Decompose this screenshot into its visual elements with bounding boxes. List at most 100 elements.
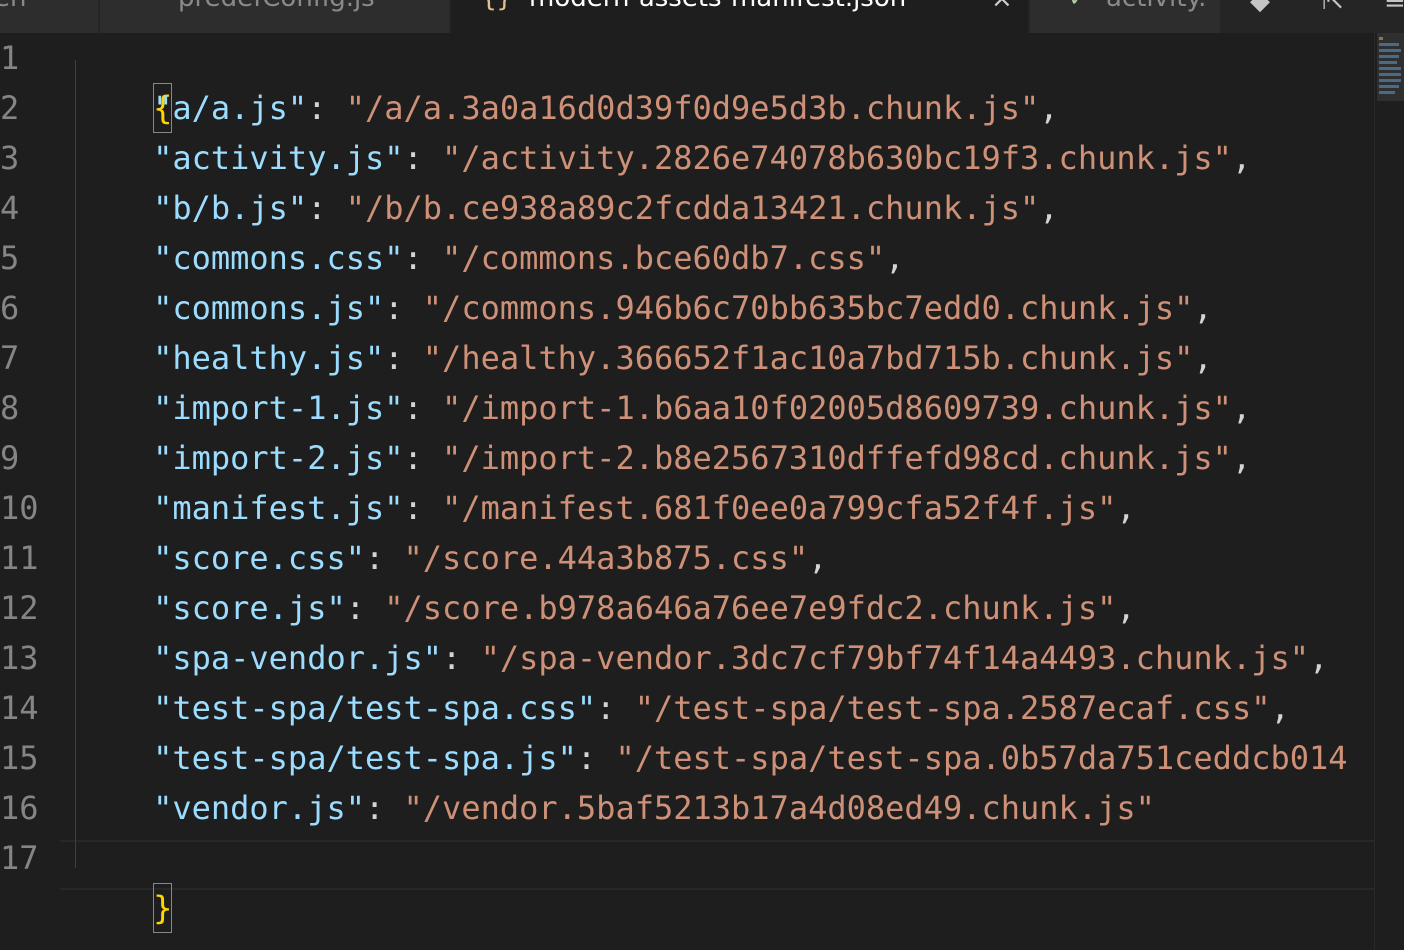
tab-label: predefConfig.js bbox=[178, 0, 375, 11]
minimap-line bbox=[1379, 79, 1401, 82]
colon: : bbox=[403, 389, 443, 427]
comma: , bbox=[885, 239, 905, 277]
colon: : bbox=[596, 689, 635, 727]
code-line: "import-1.js": "/import-1.b6aa10f02005d8… bbox=[76, 383, 1251, 433]
json-key: "vendor.js" bbox=[153, 789, 365, 827]
line-number: 3 bbox=[0, 139, 20, 177]
json-value: "/test-spa/test-spa.2587ecaf.css" bbox=[634, 689, 1271, 727]
colon: : bbox=[403, 139, 443, 177]
colon: : bbox=[364, 539, 404, 577]
current-line-highlight bbox=[60, 840, 1374, 890]
open-preview-icon[interactable]: ⇱ bbox=[1322, 0, 1344, 16]
json-value: "/import-1.b6aa10f02005d8609739.chunk.js… bbox=[442, 389, 1232, 427]
minimap-line bbox=[1379, 61, 1397, 64]
colon: : bbox=[442, 639, 481, 677]
colon: : bbox=[403, 239, 443, 277]
close-brace: } bbox=[153, 883, 173, 933]
json-key: "healthy.js" bbox=[153, 339, 385, 377]
code-line: } bbox=[76, 833, 173, 933]
colon: : bbox=[403, 489, 443, 527]
tab-label: modern-assets-manifest.json bbox=[529, 0, 906, 11]
line-number: 12 bbox=[0, 589, 39, 627]
code-line: "vendor.js": "/vendor.5baf5213b17a4d08ed… bbox=[76, 783, 1155, 833]
json-value: "/score.44a3b875.css" bbox=[403, 539, 809, 577]
minimap-line bbox=[1379, 85, 1399, 88]
colon: : bbox=[403, 439, 443, 477]
minimap-line bbox=[1379, 43, 1399, 46]
code-line: "commons.js": "/commons.946b6c70bb635bc7… bbox=[76, 283, 1213, 333]
code-line: "score.js": "/score.b978a646a76ee7e9fdc2… bbox=[76, 583, 1136, 633]
comma: , bbox=[1116, 489, 1136, 527]
json-key: "import-2.js" bbox=[153, 439, 404, 477]
code-line: "activity.js": "/activity.2826e74078b630… bbox=[76, 133, 1251, 183]
json-value: "/import-2.b8e2567310dffefd98cd.chunk.js… bbox=[442, 439, 1232, 477]
tab-label: en bbox=[0, 0, 26, 11]
line-number: 13 bbox=[0, 639, 39, 677]
json-key: "test-spa/test-spa.css" bbox=[153, 689, 597, 727]
line-number: 15 bbox=[0, 739, 39, 777]
json-key: "a/a.js" bbox=[153, 89, 308, 127]
json-value: "/healthy.366652f1ac10a7bd715b.chunk.js" bbox=[422, 339, 1194, 377]
line-number: 14 bbox=[0, 689, 39, 727]
tab-modern-assets-manifest[interactable]: {} modern-assets-manifest.json × bbox=[451, 0, 1028, 33]
colon: : bbox=[384, 289, 423, 327]
colon: : bbox=[364, 789, 404, 827]
tab-label: activity. bbox=[1106, 0, 1206, 11]
code-line: { bbox=[76, 33, 173, 133]
comma: , bbox=[1116, 589, 1136, 627]
comma: , bbox=[1039, 189, 1059, 227]
colon: : bbox=[384, 339, 423, 377]
colon: : bbox=[576, 739, 616, 777]
comma: , bbox=[808, 539, 828, 577]
tab-en[interactable]: en bbox=[0, 0, 98, 33]
json-value: "/a/a.3a0a16d0d39f0d9e5d3b.chunk.js" bbox=[345, 89, 1040, 127]
line-number: 11 bbox=[0, 539, 39, 577]
minimap[interactable] bbox=[1374, 33, 1404, 950]
line-number-gutter: 1 2 3 4 5 6 7 8 9 10 11 12 13 14 15 16 1… bbox=[0, 33, 60, 950]
code-line: "test-spa/test-spa.js": "/test-spa/test-… bbox=[76, 733, 1347, 783]
more-actions-icon[interactable]: ≡ bbox=[1384, 0, 1404, 16]
colon: : bbox=[307, 189, 346, 227]
json-value: "/spa-vendor.3dc7cf79bf74f14a4493.chunk.… bbox=[480, 639, 1309, 677]
line-number: 17 bbox=[0, 839, 39, 877]
line-number: 1 bbox=[0, 39, 20, 77]
comma: , bbox=[1193, 289, 1213, 327]
compare-changes-icon[interactable]: ◆ bbox=[1250, 0, 1270, 16]
tab-bar: en predefConfig.js {} modern-assets-mani… bbox=[0, 0, 1404, 33]
json-key: "score.css" bbox=[153, 539, 365, 577]
comma: , bbox=[1231, 139, 1252, 177]
json-key: "b/b.js" bbox=[153, 189, 308, 227]
json-key: "commons.css" bbox=[153, 239, 404, 277]
code-line: "commons.css": "/commons.bce60db7.css", bbox=[76, 233, 904, 283]
line-number: 7 bbox=[0, 339, 20, 377]
line-number: 4 bbox=[0, 189, 20, 227]
close-icon[interactable]: × bbox=[991, 0, 1013, 12]
line-number: 2 bbox=[0, 89, 20, 127]
line-number: 6 bbox=[0, 289, 20, 327]
json-file-icon: {} bbox=[481, 0, 512, 11]
json-value: "/manifest.681f0ee0a799cfa52f4f.js" bbox=[442, 489, 1117, 527]
tab-predefconfig[interactable]: predefConfig.js bbox=[100, 0, 449, 33]
minimap-line bbox=[1379, 49, 1401, 52]
code-line: "test-spa/test-spa.css": "/test-spa/test… bbox=[76, 683, 1290, 733]
js-file-icon: ✓ bbox=[1070, 0, 1086, 11]
json-value: "/commons.946b6c70bb635bc7edd0.chunk.js" bbox=[422, 289, 1194, 327]
code-line: "score.css": "/score.44a3b875.css", bbox=[76, 533, 827, 583]
comma: , bbox=[1193, 339, 1213, 377]
json-key: "spa-vendor.js" bbox=[153, 639, 443, 677]
code-line: "spa-vendor.js": "/spa-vendor.3dc7cf79bf… bbox=[76, 633, 1328, 683]
code-line: "a/a.js": "/a/a.3a0a16d0d39f0d9e5d3b.chu… bbox=[76, 83, 1058, 133]
json-key: "score.js" bbox=[153, 589, 346, 627]
code-line: "import-2.js": "/import-2.b8e2567310dffe… bbox=[76, 433, 1251, 483]
json-value: "/activity.2826e74078b630bc19f3.chunk.js… bbox=[442, 139, 1232, 177]
json-key: "import-1.js" bbox=[153, 389, 404, 427]
line-number: 9 bbox=[0, 439, 20, 477]
json-value: "/score.b978a646a76ee7e9fdc2.chunk.js" bbox=[384, 589, 1117, 627]
code-editor[interactable]: 1 2 3 4 5 6 7 8 9 10 11 12 13 14 15 16 1… bbox=[0, 33, 1374, 950]
json-value: "/commons.bce60db7.css" bbox=[442, 239, 886, 277]
tab-activity[interactable]: ✓ activity. bbox=[1030, 0, 1220, 33]
comma: , bbox=[1270, 689, 1290, 727]
json-key: "activity.js" bbox=[153, 139, 404, 177]
minimap-line bbox=[1379, 91, 1395, 94]
line-number: 8 bbox=[0, 389, 20, 427]
